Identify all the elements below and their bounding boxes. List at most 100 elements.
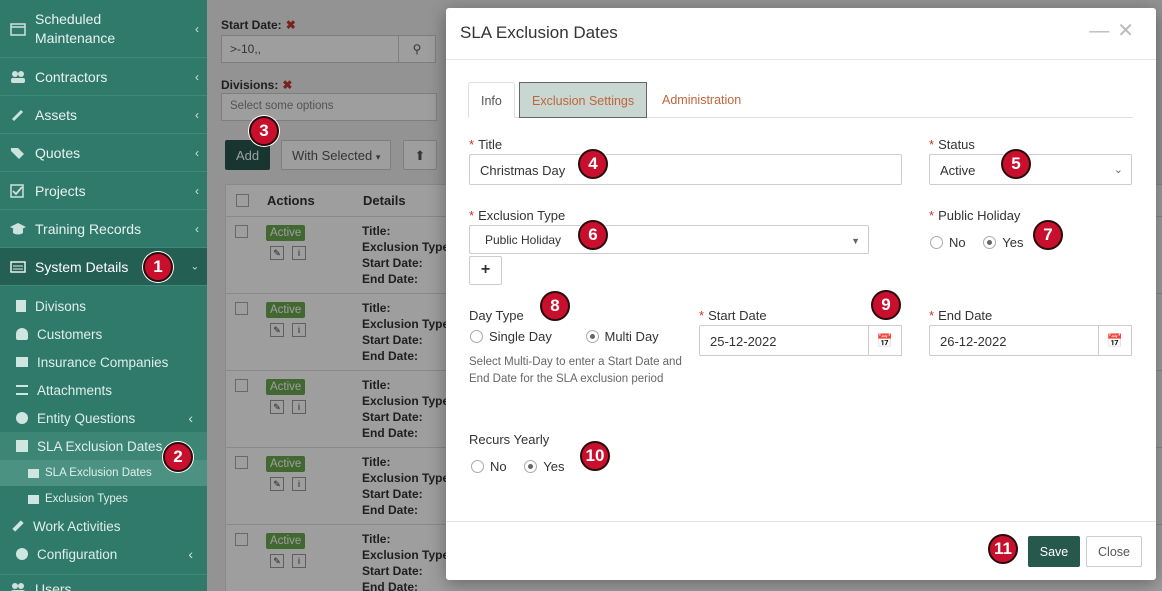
radio-label: Yes [1002,235,1024,250]
modal-footer-divider [446,521,1156,522]
recurs-yearly-radio-group: No Yes [471,459,578,474]
sidebar-subitem-insurance-companies[interactable]: Insurance Companies [0,348,207,376]
radio-label: No [949,235,966,250]
sidebar-subsubitem-label: Exclusion Types [45,493,128,505]
sidebar-item-label: Quotes [35,144,81,161]
chevron-down-icon: ⌄ [1113,164,1123,176]
end-date-label-text: End Date [938,308,993,323]
radio-button[interactable] [471,460,484,473]
radio-label: Yes [543,459,565,474]
wrench-icon [12,520,24,532]
chevron-left-icon: ‹ [188,546,193,562]
users-icon [11,70,25,83]
radio-button[interactable] [585,330,599,343]
step-marker-11: 11 [988,534,1018,564]
radio-button[interactable] [524,460,538,473]
sidebar-subitem-label: Entity Questions [37,410,136,426]
sidebar-item-label: Projects [35,182,86,199]
chevron-left-icon: ‹ [195,69,199,84]
step-marker-9: 9 [871,290,901,320]
start-date-value: 25-12-2022 [710,334,777,349]
radio-button[interactable] [470,330,483,343]
sidebar-item-label: Scheduled Maintenance [35,10,116,46]
minus-square-icon [16,440,28,452]
end-date-value: 26-12-2022 [940,334,1007,349]
chevron-left-icon: ‹ [195,145,199,160]
step-marker-4: 4 [578,149,608,179]
save-button[interactable]: Save [1028,536,1080,567]
radio-button[interactable] [983,236,997,249]
modal-title: SLA Exclusion Dates [460,23,618,42]
sidebar-item-training-records[interactable]: Training Records ‹ [0,210,207,248]
exclusion-type-select[interactable]: Public Holiday ▼ [469,225,869,254]
start-date-input[interactable]: 25-12-2022 📅 [699,325,902,356]
status-select[interactable]: Active ⌄ [929,154,1132,185]
sidebar-subitem-configuration[interactable]: Configuration ‹ [0,540,207,568]
end-date-input[interactable]: 26-12-2022 📅 [929,325,1132,356]
sidebar-item-users[interactable]: Users [0,574,207,591]
title-label: * Title [469,137,502,152]
tab-exclusion-settings[interactable]: Exclusion Settings [519,82,648,118]
calendar-icon[interactable]: 📅 [1098,325,1132,356]
required-marker: * [929,137,935,152]
required-marker: * [469,208,475,223]
radio-button[interactable] [930,236,943,249]
calendar-icon[interactable]: 📅 [868,325,902,356]
sidebar-subitem-attachments[interactable]: Attachments [0,376,207,404]
sidebar-item-label: Assets [35,106,78,123]
sidebar-subsubitem-exclusion-types[interactable]: Exclusion Types [0,486,207,512]
sidebar-item-scheduled-maintenance[interactable]: Scheduled Maintenance ‹ [0,0,207,58]
sidebar-item-quotes[interactable]: Quotes ‹ [0,134,207,172]
status-select-value: Active [940,163,976,178]
radio-label: No [490,459,507,474]
sidebar-item-projects[interactable]: Projects ‹ [0,172,207,210]
modal-window-controls: —✕ [1089,18,1142,43]
plus-icon: + [480,261,491,278]
sidebar-item-label: Users [35,581,72,591]
sidebar-item-system-details[interactable]: System Details ⌄ [0,248,207,286]
sidebar-subitem-customers[interactable]: Customers [0,320,207,348]
step-marker-1: 1 [143,252,173,282]
sidebar-item-contractors[interactable]: Contractors ‹ [0,58,207,96]
sidebar-subitem-label: Divisons [35,298,87,314]
status-label-text: Status [938,137,975,152]
public-holiday-yes-option[interactable]: Yes [983,235,1023,250]
minimize-icon[interactable]: — [1089,20,1117,42]
sidebar-subitem-label: SLA Exclusion Dates [37,438,163,454]
step-marker-10: 10 [580,441,610,471]
question-icon [16,412,28,424]
lines-icon [16,385,28,395]
day-type-single-option[interactable]: Single Day [470,329,552,344]
tab-info[interactable]: Info [468,82,515,118]
sidebar-subitem-label: Customers [37,326,103,342]
public-holiday-radio-group: No Yes [930,235,1037,250]
step-marker-2: 2 [163,442,193,472]
caret-down-icon: ▼ [851,236,860,246]
exclusion-type-label: * Exclusion Type [469,208,565,223]
recurs-yearly-label: Recurs Yearly [469,432,550,447]
close-icon[interactable]: ✕ [1117,20,1142,42]
briefcase-icon [16,357,28,367]
add-exclusion-type-button[interactable]: + [469,256,502,285]
recurs-yes-option[interactable]: Yes [524,459,564,474]
exclusion-type-value: Public Holiday [485,233,562,247]
modal-header-divider [446,59,1156,60]
required-marker: * [469,137,475,152]
public-holiday-label-text: Public Holiday [938,208,1021,223]
close-button[interactable]: Close [1086,536,1142,567]
end-date-label: * End Date [929,308,992,323]
title-label-text: Title [478,137,503,152]
chevron-down-icon: ⌄ [190,261,199,272]
sidebar-subitem-divisons[interactable]: Divisons [0,292,207,320]
recurs-no-option[interactable]: No [471,459,507,474]
day-type-multi-option[interactable]: Multi Day [585,329,659,344]
sidebar-subitem-work-activities[interactable]: Work Activities [0,512,207,540]
chevron-left-icon: ‹ [195,21,199,36]
day-type-label: Day Type [469,308,524,323]
graduation-cap-icon [10,222,26,234]
public-holiday-no-option[interactable]: No [930,235,966,250]
sidebar-item-assets[interactable]: Assets ‹ [0,96,207,134]
title-input[interactable]: Christmas Day [469,154,902,185]
tab-administration[interactable]: Administration [650,82,753,118]
sidebar-subitem-entity-questions[interactable]: Entity Questions ‹ [0,404,207,432]
